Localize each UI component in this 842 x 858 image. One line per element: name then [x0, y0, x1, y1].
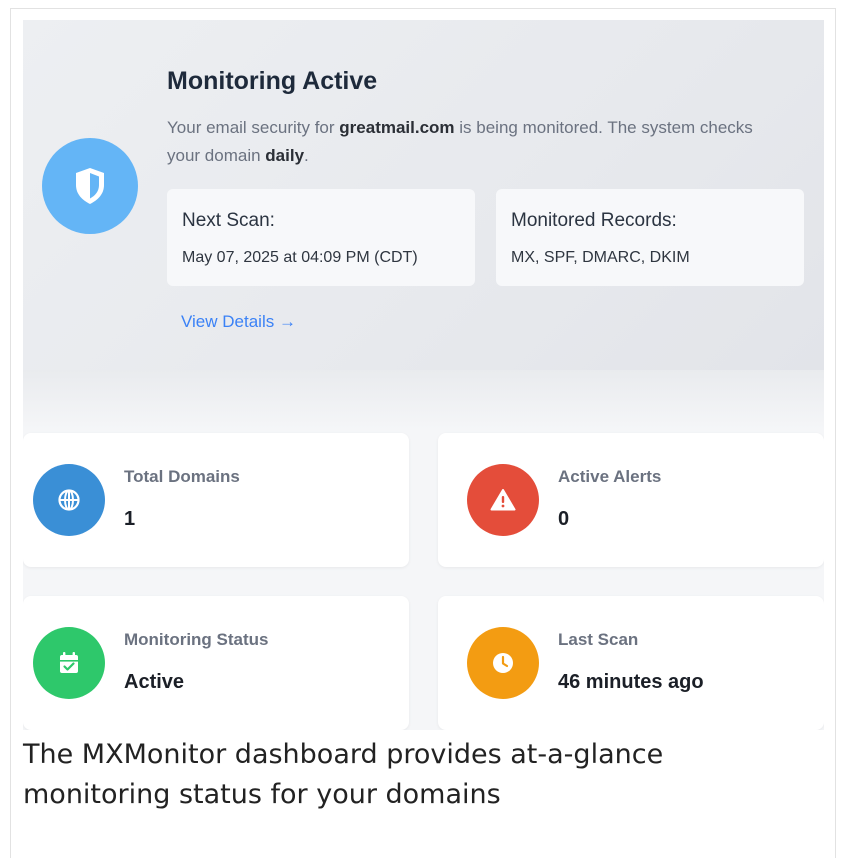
stat-card-total-domains: Total Domains 1 [23, 433, 409, 567]
hero-fade [23, 370, 824, 430]
stat-title: Active Alerts [558, 467, 662, 486]
calendar-check-icon [60, 652, 78, 673]
shield-icon [76, 168, 104, 204]
last-scan-badge [467, 627, 539, 699]
monitoring-status-badge [33, 627, 105, 699]
stat-card-last-scan: Last Scan 46 minutes ago [438, 596, 824, 730]
next-scan-label: Next Scan: [182, 210, 275, 231]
stat-value: 0 [558, 508, 570, 530]
figure-caption: The MXMonitor dashboard provides at-a-gl… [23, 739, 664, 810]
stat-title: Last Scan [558, 630, 639, 649]
shield-badge [42, 138, 138, 234]
monitored-records-label: Monitored Records: [511, 210, 677, 231]
stat-title: Monitoring Status [124, 630, 269, 649]
stat-value: 1 [124, 508, 136, 530]
next-scan-value: May 07, 2025 at 04:09 PM (CDT) [182, 249, 418, 266]
stat-title: Total Domains [124, 467, 240, 486]
monitored-records-box: Monitored Records: MX, SPF, DMARC, DKIM [496, 189, 804, 286]
view-details-link[interactable]: View Details → [181, 312, 296, 332]
stat-value: Active [124, 671, 185, 693]
globe-icon [58, 489, 80, 511]
next-scan-box: Next Scan: May 07, 2025 at 04:09 PM (CDT… [167, 189, 475, 286]
monitored-records-value: MX, SPF, DMARC, DKIM [511, 249, 690, 266]
active-alerts-badge [467, 464, 539, 536]
warning-icon [490, 489, 516, 511]
dashboard-screenshot: Monitoring Active Your email security fo… [23, 20, 824, 730]
stat-card-monitoring-status: Monitoring Status Active [23, 596, 409, 730]
monitoring-hero: Monitoring Active Your email security fo… [23, 20, 824, 380]
clock-icon [493, 653, 513, 673]
stat-card-active-alerts: Active Alerts 0 [438, 433, 824, 567]
domain-name: greatmail.com [339, 118, 455, 137]
scan-frequency: daily [265, 146, 305, 165]
monitoring-description: Your email security for greatmail.com is… [167, 118, 753, 165]
stat-value: 46 minutes ago [558, 671, 704, 693]
page-title: Monitoring Active [167, 67, 378, 95]
total-domains-badge [33, 464, 105, 536]
